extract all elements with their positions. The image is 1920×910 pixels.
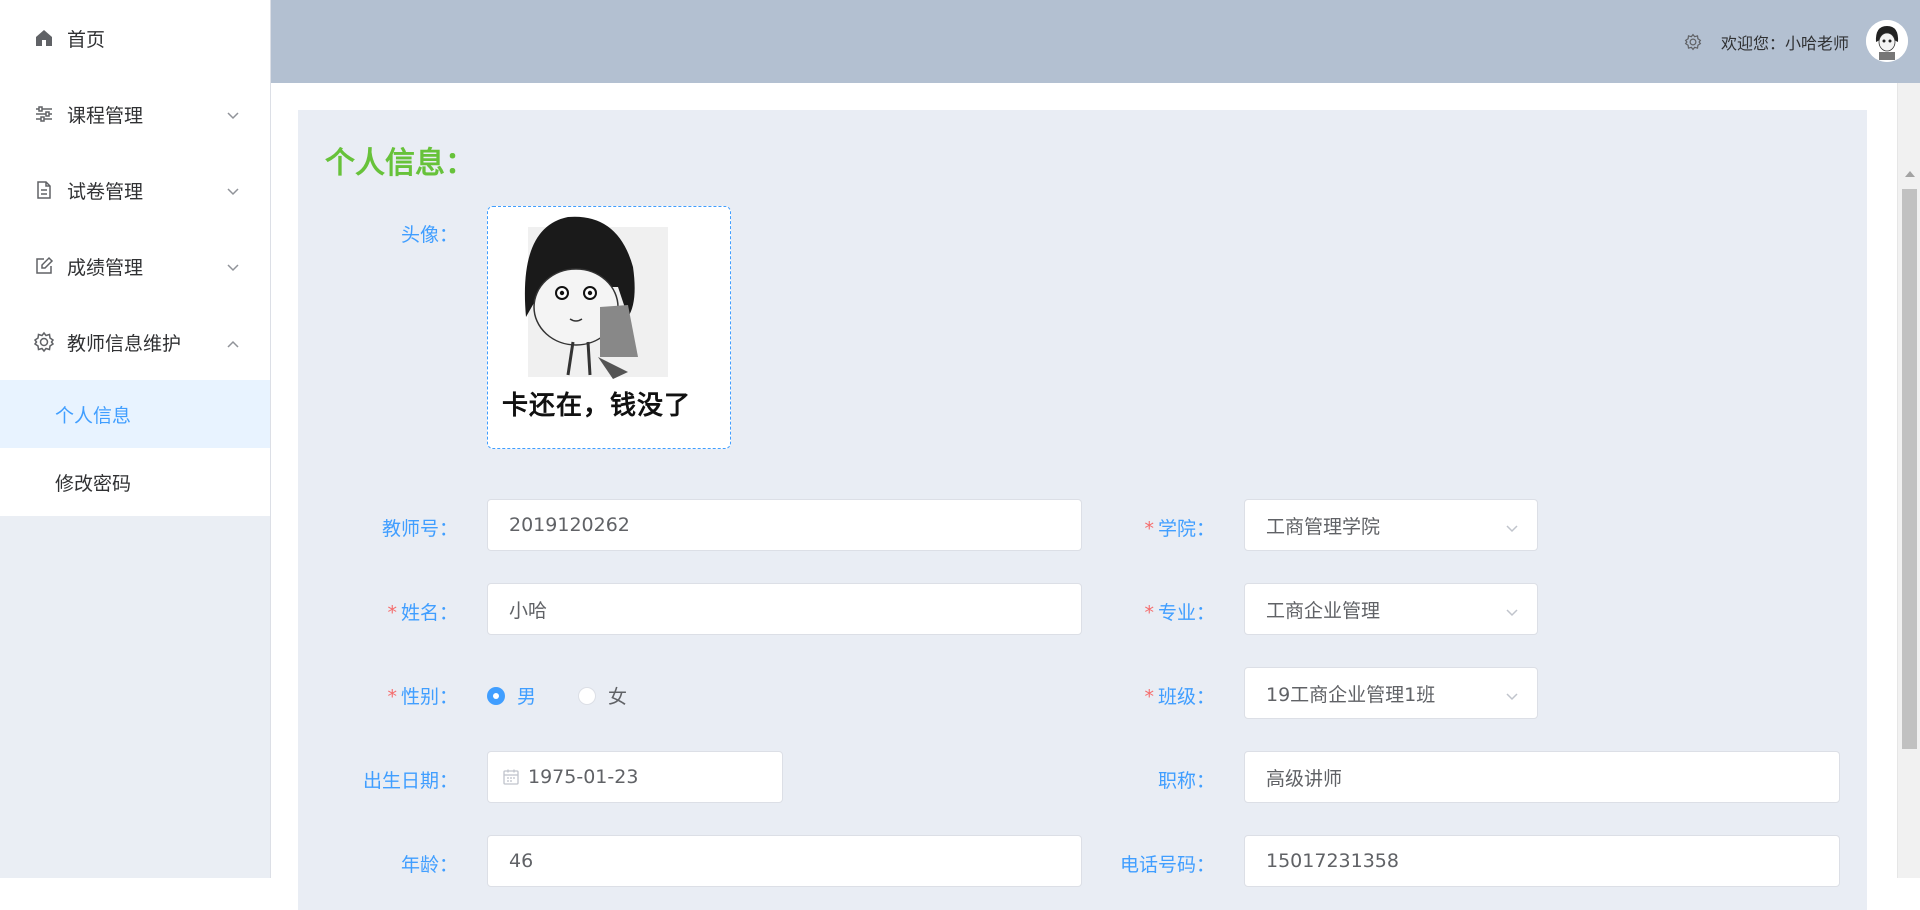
chevron-down-icon <box>1505 687 1519 701</box>
name-label: * 姓名： <box>387 602 458 624</box>
college-label: * 学院： <box>1144 518 1215 540</box>
document-icon <box>33 179 55 201</box>
gender-radio-male[interactable]: 男 <box>487 682 536 709</box>
welcome-text: 欢迎您：小哈老师 <box>1721 34 1850 53</box>
teacher-no-input[interactable]: 2019120262 <box>487 499 1082 551</box>
birth-date-picker[interactable]: 1975-01-23 <box>487 751 783 803</box>
avatar-caption: 卡还在，钱没了 <box>502 391 692 421</box>
phone-label: 电话号码： <box>1119 854 1215 876</box>
gender-radio-female[interactable]: 女 <box>578 682 627 709</box>
chevron-down-icon <box>226 182 240 196</box>
scroll-up-arrow-icon[interactable] <box>1905 171 1915 177</box>
phone-input[interactable]: 15017231358 <box>1244 835 1840 887</box>
chevron-down-icon <box>1505 603 1519 617</box>
scrollbar-thumb[interactable] <box>1902 189 1917 749</box>
sidebar-subitem-change-password[interactable]: 修改密码 <box>0 448 270 516</box>
user-avatar[interactable] <box>1866 20 1908 62</box>
class-select[interactable]: 19工商企业管理1班 <box>1244 667 1538 719</box>
avatar-label: 头像： <box>400 224 458 246</box>
page-title: 个人信息： <box>325 146 475 181</box>
college-select[interactable]: 工商管理学院 <box>1244 499 1538 551</box>
job-title-label: 职称： <box>1157 770 1215 792</box>
age-input[interactable]: 46 <box>487 835 1082 887</box>
radio-dot <box>487 686 505 705</box>
chevron-down-icon <box>1505 519 1519 533</box>
birth-label: 出生日期： <box>362 770 458 792</box>
home-icon <box>33 27 55 49</box>
chevron-up-icon <box>226 334 240 348</box>
avatar-uploader[interactable]: 卡还在，钱没了 <box>487 206 731 449</box>
job-title-input[interactable]: 高级讲师 <box>1244 751 1840 803</box>
sliders-icon <box>33 103 55 125</box>
sidebar-item-label: 首页 <box>67 28 106 51</box>
top-header: 欢迎您：小哈老师 <box>271 0 1920 83</box>
age-label: 年龄： <box>400 854 458 876</box>
edit-icon <box>33 255 55 277</box>
sidebar-subitem-profile[interactable]: 个人信息 <box>0 380 270 448</box>
calendar-icon <box>502 768 520 786</box>
sidebar-item-course[interactable]: 课程管理 <box>0 76 270 152</box>
vertical-scrollbar[interactable] <box>1897 83 1920 878</box>
class-label: * 班级： <box>1144 686 1215 708</box>
major-select[interactable]: 工商企业管理 <box>1244 583 1538 635</box>
sidebar: 首页 课程管理 试卷管理 成绩管理 教师信息维护 个人信息 修改密码 <box>0 0 271 878</box>
sidebar-item-label: 课程管理 <box>67 104 144 127</box>
radio-dot <box>578 686 596 705</box>
sidebar-item-label: 试卷管理 <box>67 180 144 203</box>
sidebar-item-home[interactable]: 首页 <box>0 0 270 76</box>
major-label: * 专业： <box>1144 602 1215 624</box>
chevron-down-icon <box>226 258 240 272</box>
teacher-no-label: 教师号： <box>381 518 458 540</box>
gender-label: * 性别： <box>387 686 458 708</box>
sidebar-item-teacher-info[interactable]: 教师信息维护 <box>0 304 270 380</box>
chevron-down-icon <box>226 106 240 120</box>
sidebar-item-label: 教师信息维护 <box>67 332 182 355</box>
avatar-image <box>488 207 730 407</box>
sidebar-item-exam[interactable]: 试卷管理 <box>0 152 270 228</box>
gear-icon <box>33 331 55 353</box>
sidebar-item-label: 成绩管理 <box>67 256 144 279</box>
sidebar-menu: 首页 课程管理 试卷管理 成绩管理 教师信息维护 个人信息 修改密码 <box>0 0 270 516</box>
settings-gear-icon[interactable] <box>1684 33 1702 51</box>
name-input[interactable]: 小哈 <box>487 583 1082 635</box>
sidebar-item-grade[interactable]: 成绩管理 <box>0 228 270 304</box>
profile-panel: 个人信息： 头像： 卡还在，钱没了 教师号： 2019120262 * 学院： 工… <box>298 110 1867 910</box>
